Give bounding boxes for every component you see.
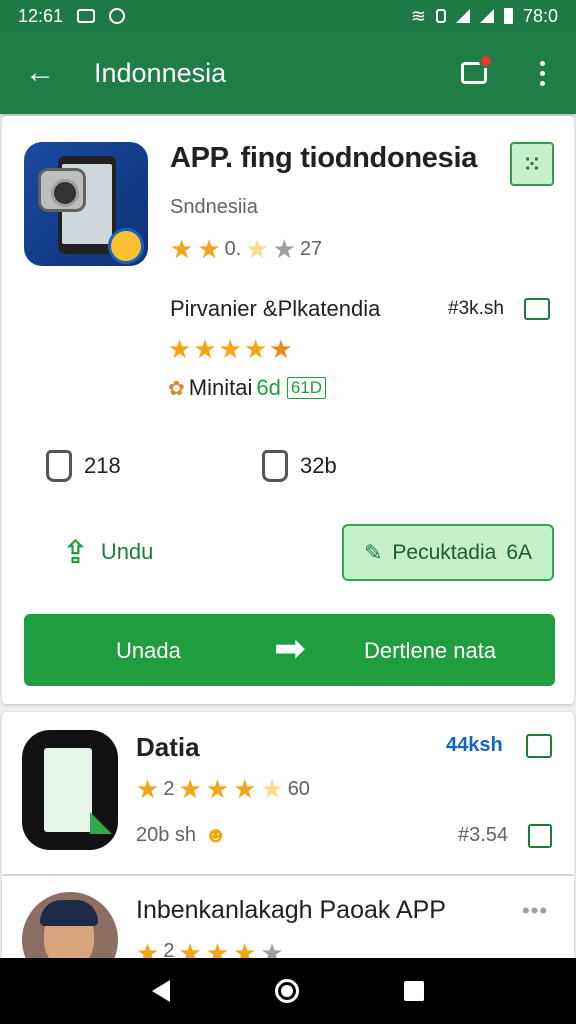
signal-icon-2 (479, 9, 494, 23)
flag-icon[interactable] (526, 734, 552, 758)
bookmark-icon (262, 450, 288, 482)
camera-lens-graphic (38, 168, 86, 212)
stat-value: 32b (300, 453, 337, 478)
download-label: Undu (100, 539, 154, 564)
status-bar: 12:61 ≋ 78:0 (0, 0, 576, 32)
star-icon: ★ (245, 234, 269, 264)
star-icon: ★ (218, 334, 242, 364)
edit-label: Pecuktadia (392, 540, 497, 564)
developer-stars: ★ ★ ★ ★ ★ (168, 336, 293, 362)
badge-icon (108, 228, 144, 264)
rating-count: 27 (299, 237, 323, 260)
star-icon: ★ (178, 774, 202, 804)
size-value: 20b sh (136, 823, 197, 846)
upload-arrow-icon: ⇪ (62, 534, 89, 570)
star-icon: ★ (243, 334, 268, 364)
star-icon: ★ (205, 774, 230, 804)
rating-row: ★ ★ 0. ★ ★ 27 (170, 236, 322, 262)
flag-icon[interactable] (524, 298, 550, 320)
nav-home-icon[interactable] (274, 979, 299, 1003)
star-icon: ★ (170, 234, 194, 264)
emoji-icon: ☻ (204, 822, 228, 847)
signal-icon (455, 9, 470, 23)
pencil-icon: ✎ (363, 539, 383, 565)
developer-name: Pirvanier &Plkatendia (170, 296, 381, 321)
edit-button[interactable]: ✎ Pecuktadia 6A (342, 524, 554, 581)
app-subtitle: Sndnesiia (170, 196, 258, 218)
stat-saves: 32b (262, 450, 337, 482)
bookmark-icon (46, 450, 72, 482)
overflow-menu-button[interactable] (508, 32, 576, 114)
status-time-right: 78:0 (522, 5, 558, 26)
featured-app-card[interactable]: APP. fing tiodndonesia Sndnesiia ⁙ ★ ★ 0… (2, 116, 574, 704)
edit-suffix: 6A (506, 540, 533, 564)
arrow-left-icon: ← (25, 56, 55, 89)
vibrate-icon (435, 9, 446, 23)
list-item-title: Datia (136, 732, 200, 762)
rating-number: 2 (163, 777, 175, 800)
minit-badge-box: 61D (286, 377, 327, 399)
download-button[interactable]: ⇪ Undu (62, 524, 153, 580)
overflow-menu-icon (539, 60, 545, 86)
developer-meta: #3k.sh (448, 298, 504, 319)
stat-downloads: 218 (46, 450, 121, 482)
minit-label: Minitai (188, 375, 253, 400)
message-badge-icon (461, 54, 493, 84)
app-bar: ← Indonnesia (0, 32, 576, 114)
rating-text: 0. (224, 237, 242, 260)
system-nav-bar (0, 958, 576, 1024)
rating-count: 60 (287, 777, 310, 800)
more-horizontal-icon[interactable]: ••• (522, 898, 548, 924)
star-icon: ★ (233, 774, 257, 804)
list-item-size: 20b sh ☻ (136, 822, 227, 848)
nav-back-icon[interactable] (152, 980, 171, 1002)
list-item[interactable]: Inbenkanlakagh Paoak APP ••• ★ 2 ★ ★ ★ ★ (2, 876, 574, 988)
nav-recents-icon[interactable] (403, 981, 424, 1001)
star-icon: ★ (193, 334, 217, 364)
arrow-right-icon: ➡ (274, 628, 306, 670)
page-title: Indonnesia (94, 57, 227, 88)
stat-value: 218 (84, 453, 121, 478)
qr-code-icon[interactable]: ⁙ (510, 142, 554, 186)
star-icon: ★ (168, 334, 192, 364)
list-item-price: 44ksh (446, 734, 503, 756)
primary-right-label: Dertlene nata (364, 638, 497, 663)
app-icon[interactable] (24, 142, 148, 266)
app-title: APP. fing tiodndonesia (170, 142, 478, 174)
list-item[interactable]: Datia ★ 2 ★ ★ ★ ★ 60 20b sh ☻ 44ksh #3.5… (2, 712, 574, 874)
app-icon[interactable] (22, 730, 118, 850)
notifications-button[interactable] (440, 32, 508, 114)
star-icon: ★ (197, 234, 221, 264)
primary-left-label: Unada (116, 638, 181, 663)
wifi-icon: ≋ (410, 5, 426, 26)
battery-icon (503, 8, 513, 24)
notification-dot (479, 54, 493, 68)
checkbox-icon[interactable] (528, 824, 552, 848)
list-item-price-secondary: #3.54 (458, 824, 509, 846)
camera-icon (109, 8, 126, 24)
list-item-title: Inbenkanlakagh Paoak APP (136, 896, 446, 924)
minit-badge: 6d (256, 375, 281, 400)
back-button[interactable]: ← (0, 32, 80, 114)
star-icon: ★ (260, 774, 284, 804)
status-time: 12:61 (18, 5, 64, 26)
notification-icon (77, 9, 96, 23)
star-icon: ★ (269, 334, 293, 364)
star-icon: ★ (272, 234, 296, 264)
paw-icon: ✿ (168, 377, 185, 400)
list-item-rating: ★ 2 ★ ★ ★ ★ 60 (136, 776, 310, 802)
primary-action-button[interactable]: Unada ➡ Dertlene nata (24, 614, 555, 686)
star-icon: ★ (136, 774, 160, 804)
minit-row: ✿ Minitai 6d 61D (168, 375, 327, 401)
